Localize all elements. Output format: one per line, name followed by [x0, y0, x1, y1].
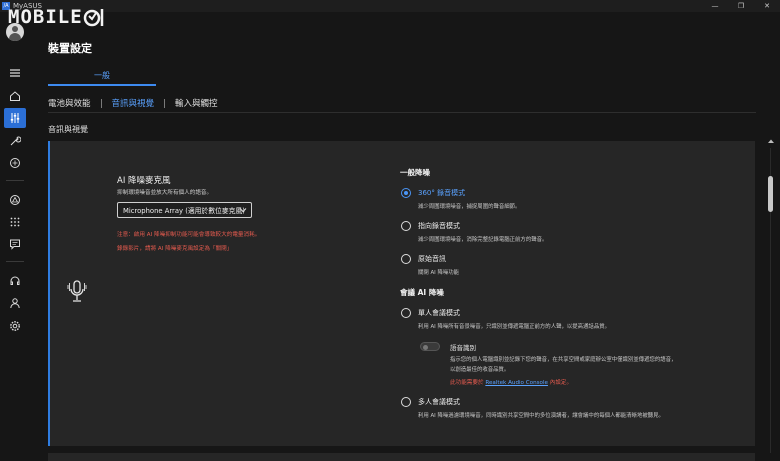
close-button[interactable]: ✕: [754, 0, 780, 12]
triangle-icon[interactable]: [4, 190, 26, 210]
subtab-input-touch[interactable]: 輸入與觸控: [175, 97, 218, 109]
ai-mic-desc: 抑制環境噪音並放大所有個人的語音。: [117, 190, 213, 196]
next-settings-card: [48, 453, 755, 461]
option-directional-label: 指向錄音模式: [418, 222, 460, 230]
scrollbar-thumb[interactable]: [768, 176, 773, 212]
sidebar-divider: [6, 261, 24, 262]
multi-meeting-desc: 利用 AI 降噪過濾環境噪音，同時識別共享空間中的多位演講者，讓會議中的每個人都…: [418, 413, 664, 419]
general-nr-title: 一般降噪: [400, 168, 430, 177]
apps-grid-icon[interactable]: [4, 212, 26, 232]
section-title: 音訊與視覺: [48, 125, 88, 134]
voice-id-toggle[interactable]: [420, 342, 440, 351]
avatar-body-icon: [9, 33, 21, 41]
voice-id-label: 語音識別: [450, 344, 476, 352]
title-bar: /A MyASUS — ❐ ✕: [0, 0, 780, 12]
radio-original-audio[interactable]: [401, 254, 411, 264]
subtab-separator: [164, 98, 166, 108]
home-icon[interactable]: [4, 86, 26, 106]
wrench-icon[interactable]: [4, 131, 26, 151]
note-prefix: 此功能需要於: [450, 380, 484, 386]
radio-single-meeting[interactable]: [401, 308, 411, 318]
subtab-battery-performance[interactable]: 電池與效能: [48, 97, 91, 109]
microphone-select[interactable]: Microphone Array (適用於數位麥克風): [117, 202, 252, 218]
option-360-desc: 減少周圍環境噪音，捕捉周圍的聲音細節。: [418, 204, 521, 210]
sidebar: [0, 12, 30, 461]
multi-meeting-label: 多人會議模式: [418, 398, 460, 406]
note-suffix: 內設定。: [549, 380, 573, 386]
ai-mic-title: AI 降噪麥克風: [117, 176, 171, 186]
single-meeting-label: 單人會議模式: [418, 309, 460, 317]
radio-directional-mode[interactable]: [401, 221, 411, 231]
tab-general[interactable]: 一般: [48, 70, 156, 81]
option-360-label: 360° 錄音模式: [418, 189, 466, 197]
scroll-up-arrow-icon[interactable]: [767, 138, 775, 144]
voice-id-desc-1: 指示您的個人電腦識別並記錄下您的聲音，在共享空間或家庭辦公室中僅識別並傳遞您的語…: [450, 357, 677, 363]
meeting-nr-title: 會議 AI 降噪: [400, 288, 444, 297]
device-settings-icon[interactable]: [4, 108, 26, 128]
minimize-button[interactable]: —: [702, 0, 728, 12]
headset-support-icon[interactable]: [4, 271, 26, 291]
hamburger-menu-icon[interactable]: [4, 63, 26, 83]
recording-warning: 錄錄影片，請將 AI 降噪麥克風設定為「關閉」: [117, 246, 233, 252]
subtab-bar: 電池與效能 音訊與視覺 輸入與觸控: [48, 97, 218, 109]
option-directional-desc: 減少周圍環境噪音，消除完整記錄電腦正前方的聲音。: [418, 237, 548, 243]
page-title: 裝置設定: [48, 42, 92, 55]
microphone-select-value: Microphone Array (適用於數位麥克風): [123, 207, 245, 215]
subtab-audio-visual[interactable]: 音訊與視覺: [112, 97, 155, 109]
sidebar-divider: [6, 180, 24, 181]
subtab-separator: [100, 98, 102, 108]
active-tab-indicator: [48, 84, 156, 86]
window-controls: — ❐ ✕: [702, 0, 780, 12]
message-icon[interactable]: [4, 234, 26, 254]
ai-microphone-icon: [67, 280, 87, 302]
watermark-text: MOBILE: [8, 6, 83, 28]
link-sync-icon[interactable]: [4, 153, 26, 173]
radio-multi-meeting[interactable]: [401, 397, 411, 407]
chevron-down-icon: [239, 208, 247, 213]
realtek-audio-console-link[interactable]: Realtek Audio Console: [485, 380, 548, 386]
gear-icon[interactable]: [4, 316, 26, 336]
maximize-button[interactable]: ❐: [728, 0, 754, 12]
radio-360-mode[interactable]: [401, 188, 411, 198]
user-icon[interactable]: [4, 293, 26, 313]
power-warning: 注意：啟用 AI 降噪抑制功能可能會導致較大的電量消耗。: [117, 232, 261, 238]
myasus-window: /A MyASUS — ❐ ✕ MOBILE 裝置設定 一般 電池與效能 音訊與…: [0, 0, 780, 461]
mobile01-watermark: MOBILE: [8, 7, 105, 27]
option-original-label: 原始音訊: [418, 255, 446, 263]
ai-noise-cancel-card: AI 降噪麥克風 抑制環境噪音並放大所有個人的語音。 Microphone Ar…: [48, 141, 755, 446]
voice-id-desc-2: 以創造最佳的收音品質。: [450, 367, 510, 373]
single-meeting-desc: 利用 AI 降噪所有音景噪音，只識別並傳遞電腦正前方的人聲，以提高通話品質。: [418, 324, 610, 330]
subtab-divider: [48, 112, 756, 113]
realtek-note: 此功能需要於 Realtek Audio Console 內設定。: [450, 378, 572, 386]
option-original-desc: 關閉 AI 降噪功能: [418, 270, 460, 276]
watermark-logo-icon: [83, 9, 103, 27]
